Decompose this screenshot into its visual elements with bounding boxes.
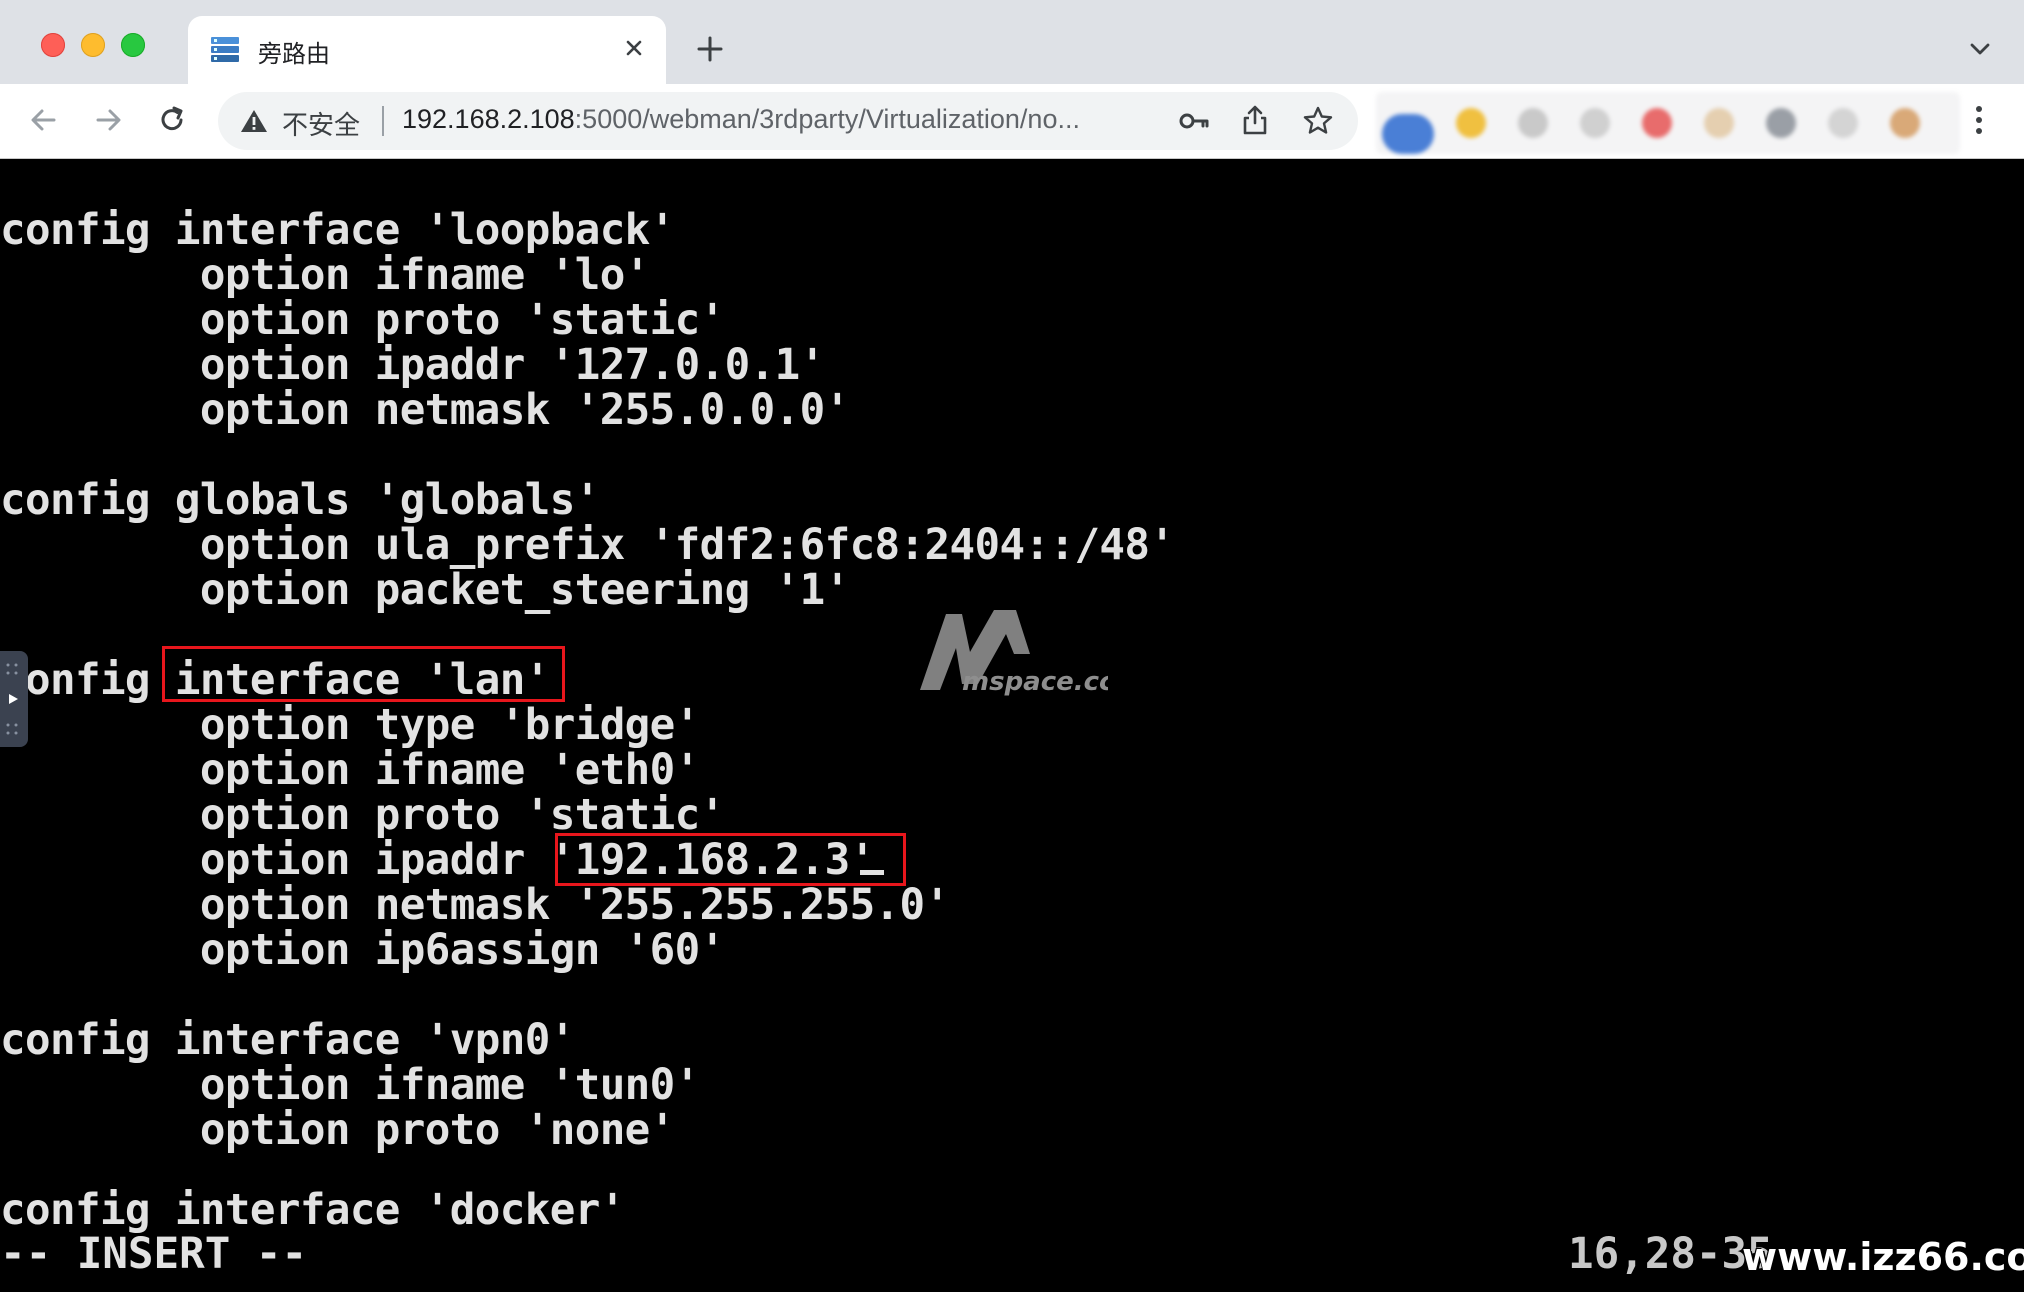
terminal-line: option ifname 'tun0' — [0, 1061, 700, 1110]
terminal-line: option packet_steering '1' — [0, 566, 850, 615]
terminal-line: option proto 'static' — [0, 296, 725, 345]
extensions-area[interactable] — [1376, 92, 1960, 154]
extension-icon[interactable] — [1642, 108, 1672, 138]
terminal-line: config interface 'loopback' — [0, 206, 675, 255]
window-minimize-button[interactable] — [81, 33, 105, 57]
extension-icon[interactable] — [1518, 108, 1548, 138]
share-icon[interactable] — [1240, 104, 1270, 136]
back-arrow-icon[interactable] — [26, 102, 62, 138]
url-path: :5000/webman/3rdparty/Virtualization/no.… — [574, 104, 1080, 134]
forward-arrow-icon[interactable] — [90, 102, 126, 138]
url-host: 192.168.2.108 — [402, 104, 575, 134]
extension-icon[interactable] — [1456, 108, 1486, 138]
terminal-line: option type 'bridge' — [0, 701, 700, 750]
terminal-console[interactable]: config interface 'loopback' option ifnam… — [0, 159, 2024, 1292]
watermark-text: www.izz66.com — [1742, 1235, 2024, 1279]
watermark-logo: mspace.cc — [920, 610, 1108, 697]
text-cursor — [860, 870, 884, 875]
highlight-box-ipaddr — [555, 833, 906, 886]
side-panel-handle[interactable] — [0, 651, 28, 747]
editor-mode-indicator: -- INSERT -- — [0, 1230, 308, 1279]
terminal-line: config interface 'docker' — [0, 1186, 625, 1235]
terminal-line: option ifname 'eth0' — [0, 746, 700, 795]
terminal-line: option ifname 'lo' — [0, 251, 650, 300]
terminal-line: option ula_prefix 'fdf2:6fc8:2404::/48' — [0, 521, 1175, 570]
terminal-line: option netmask '255.255.255.0' — [0, 881, 950, 930]
terminal-line: option proto 'static' — [0, 791, 725, 840]
address-bar[interactable]: 不安全 192.168.2.108:5000/webman/3rdparty/V… — [218, 92, 1358, 150]
kebab-menu-icon[interactable] — [1972, 102, 1986, 138]
reload-icon[interactable] — [154, 102, 190, 138]
extension-icon[interactable] — [1766, 108, 1796, 138]
bookmark-star-icon[interactable] — [1302, 105, 1334, 137]
terminal-line: config globals 'globals' — [0, 476, 600, 525]
play-arrow-icon — [6, 663, 18, 735]
highlight-box-lan-interface — [162, 646, 565, 702]
browser-tab-active[interactable]: 旁路由 — [188, 16, 666, 84]
window-close-button[interactable] — [41, 33, 65, 57]
terminal-line: option ipaddr '127.0.0.1' — [0, 341, 825, 390]
plus-icon[interactable] — [694, 33, 726, 65]
key-icon[interactable] — [1178, 106, 1210, 136]
close-icon[interactable] — [620, 34, 648, 62]
server-rack-icon — [211, 37, 239, 62]
extension-icon[interactable] — [1828, 108, 1858, 138]
terminal-line: option ip6assign '60' — [0, 926, 725, 975]
warning-icon[interactable] — [240, 108, 268, 134]
security-status-label[interactable]: 不安全 — [282, 105, 360, 142]
window-maximize-button[interactable] — [121, 33, 145, 57]
terminal-line: option proto 'none' — [0, 1106, 675, 1155]
url-text[interactable]: 192.168.2.108:5000/webman/3rdparty/Virtu… — [402, 104, 1080, 135]
extension-icon[interactable] — [1890, 108, 1920, 138]
watermark-logo-text: mspace.cc — [962, 667, 1108, 697]
address-divider — [382, 106, 384, 136]
extension-icon[interactable] — [1704, 108, 1734, 138]
extension-icon[interactable] — [1382, 114, 1434, 154]
extension-icon[interactable] — [1580, 108, 1610, 138]
chevron-down-icon[interactable] — [1966, 38, 1994, 60]
terminal-line: option netmask '255.0.0.0' — [0, 386, 850, 435]
browser-toolbar: 不安全 192.168.2.108:5000/webman/3rdparty/V… — [0, 84, 2024, 159]
browser-tab-bar: 旁路由 — [0, 0, 2024, 84]
terminal-line: config interface 'vpn0' — [0, 1016, 575, 1065]
tab-title: 旁路由 — [258, 40, 330, 68]
